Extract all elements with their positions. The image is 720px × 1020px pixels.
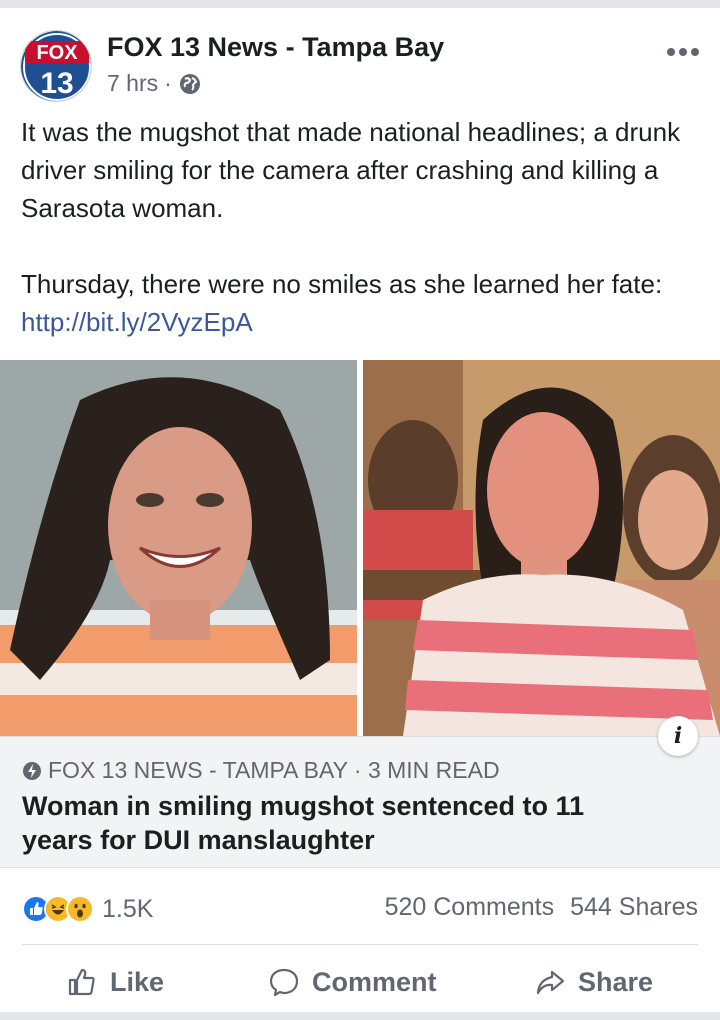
- post-image[interactable]: [0, 360, 720, 736]
- actions-divider: [22, 944, 698, 945]
- link-preview[interactable]: FOX 13 NEWS - TAMPA BAY · 3 MIN READ Wom…: [0, 736, 720, 868]
- meta-separator: ·: [164, 70, 172, 96]
- comment-button[interactable]: Comment: [268, 960, 437, 1004]
- fox13-logo-icon: FOX 13: [21, 31, 91, 101]
- post-link[interactable]: http://bit.ly/2VyzEpA: [21, 307, 253, 337]
- shares-count[interactable]: 544 Shares: [570, 893, 698, 922]
- feed-top-separator: [0, 0, 720, 8]
- globe-icon[interactable]: [178, 72, 202, 96]
- preview-source: FOX 13 NEWS - TAMPA BAY · 3 MIN READ: [22, 757, 500, 784]
- reaction-count[interactable]: 1.5K: [102, 895, 153, 924]
- post-header: FOX 13 FOX 13 News - Tampa Bay 7 hrs ·: [0, 8, 720, 108]
- preview-headline[interactable]: Woman in smiling mugshot sentenced to 11…: [22, 789, 662, 857]
- courtroom-photo[interactable]: [363, 360, 720, 736]
- post-time[interactable]: 7 hrs: [107, 70, 158, 97]
- feed-bottom-separator: [0, 1012, 720, 1020]
- page-avatar[interactable]: FOX 13: [20, 30, 92, 102]
- post-text-paragraph-2: Thursday, there were no smiles as she le…: [21, 265, 711, 341]
- page-name[interactable]: FOX 13 News - Tampa Bay: [107, 32, 444, 63]
- post-message: It was the mugshot that made national he…: [21, 113, 711, 341]
- preview-source-text: FOX 13 NEWS - TAMPA BAY · 3 MIN READ: [48, 757, 500, 783]
- thumbs-up-icon: [68, 968, 95, 996]
- avatar-brand-text: FOX: [36, 42, 78, 64]
- mugshot-photo[interactable]: [0, 360, 357, 736]
- post-meta: 7 hrs ·: [107, 70, 202, 97]
- post-text-paragraph-1: It was the mugshot that made national he…: [21, 117, 681, 223]
- more-options-icon[interactable]: [666, 46, 700, 58]
- share-button[interactable]: Share: [534, 960, 653, 1004]
- share-arrow-icon: [536, 970, 565, 995]
- wow-reaction-icon: [66, 895, 94, 923]
- share-label: Share: [578, 966, 654, 997]
- comment-label: Comment: [312, 966, 437, 997]
- post-text-paragraph-2-text: Thursday, there were no smiles as she le…: [21, 269, 663, 299]
- instant-article-icon: [23, 761, 41, 780]
- comments-count[interactable]: 520 Comments: [385, 893, 555, 922]
- info-icon[interactable]: i: [658, 716, 698, 756]
- reactions-summary[interactable]: 1.5K: [22, 890, 153, 928]
- comment-bubble-icon: [269, 968, 299, 997]
- avatar-number-text: 13: [40, 67, 73, 100]
- like-label: Like: [110, 966, 165, 997]
- post-actions: Like Comment Share: [0, 952, 720, 1010]
- like-button[interactable]: Like: [66, 960, 164, 1004]
- engagement-counts: 520 Comments 544 Shares: [385, 893, 698, 922]
